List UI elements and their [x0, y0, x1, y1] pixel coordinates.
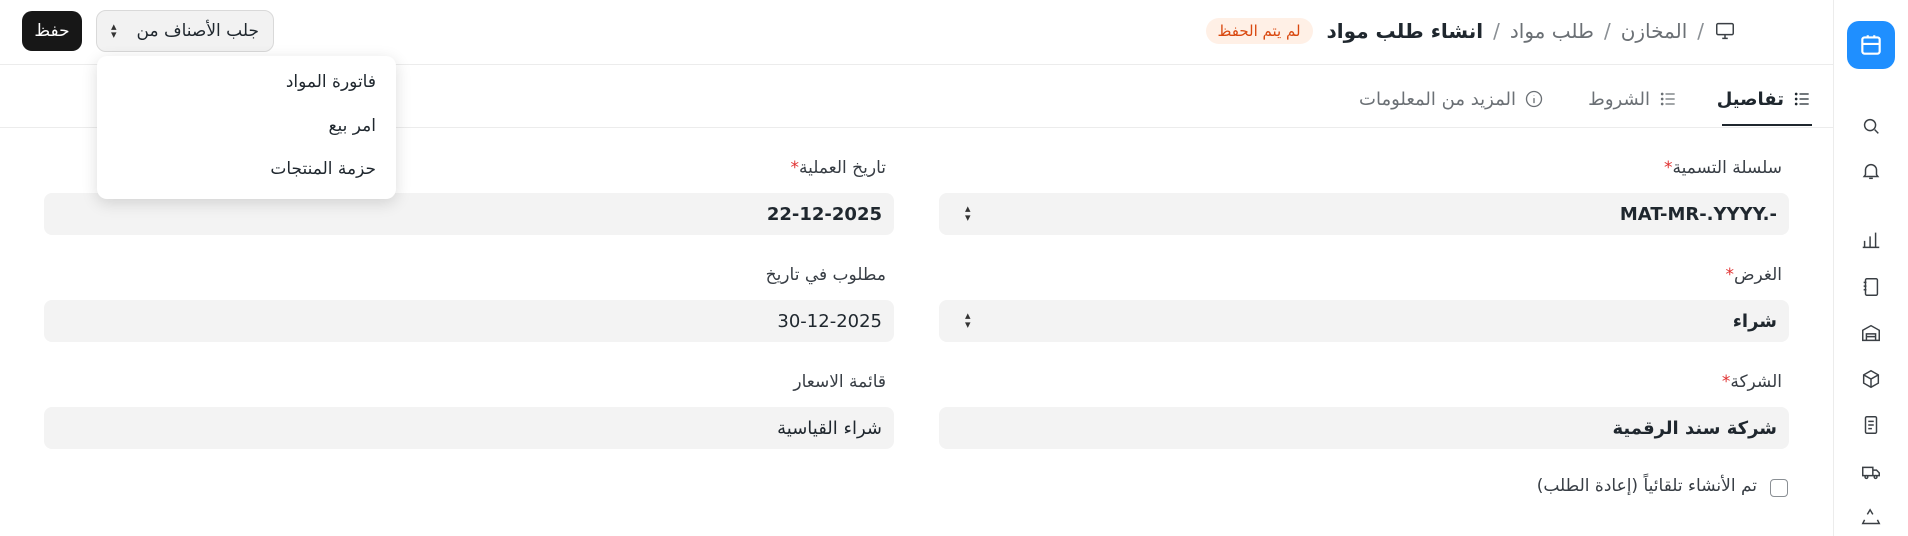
monitor-icon[interactable] [1714, 20, 1736, 42]
warehouse-icon[interactable] [1860, 322, 1882, 344]
fetch-items-dropdown: فاتورة المواد امر بيع حزمة المنتجات [97, 56, 396, 199]
transaction-date-field[interactable]: 22-12-2025 [44, 193, 894, 235]
status-badge: لم يتم الحفظ [1205, 18, 1313, 44]
chevron-updown-icon: ▴ ▾ [111, 20, 117, 41]
company-field[interactable]: شركة سند الرقمية [939, 407, 1789, 449]
chevron-updown-icon: ▴ ▾ [965, 309, 971, 331]
required-by-field[interactable]: 30-12-2025 [44, 300, 894, 342]
list-icon [1794, 92, 1809, 106]
tab-more-info[interactable]: المزيد من المعلومات [1359, 84, 1544, 114]
document-icon[interactable] [1860, 414, 1882, 436]
dropdown-item-product-bundle[interactable]: حزمة المنتجات [270, 159, 376, 179]
transaction-date-label: *تاريخ العملية [790, 158, 886, 178]
notebook-icon[interactable] [1860, 276, 1882, 298]
tab-details[interactable]: تفاصيل [1717, 84, 1812, 114]
search-icon[interactable] [1860, 115, 1882, 137]
breadcrumb-item-stock[interactable]: المخازن [1621, 19, 1688, 43]
tab-label: تفاصيل [1716, 88, 1784, 110]
info-icon [1525, 90, 1543, 108]
page-title: انشاء طلب مواد [1326, 19, 1484, 43]
list-icon [1660, 92, 1675, 106]
auto-created-label: تم الأنشاء تلقائياً (إعادة الطلب) [1536, 476, 1757, 496]
price-list-field[interactable]: شراء القياسية [44, 407, 894, 449]
tab-label: المزيد من المعلومات [1359, 88, 1516, 110]
tab-terms[interactable]: الشروط [1588, 84, 1678, 114]
purpose-label: *الغرض [1725, 265, 1782, 285]
bell-icon[interactable] [1860, 160, 1882, 182]
naming-series-select[interactable]: ▴ ▾ MAT-MR-.YYYY.- [939, 193, 1789, 235]
breadcrumb-item-material-request[interactable]: طلب مواد [1510, 19, 1594, 43]
bar-chart-icon[interactable] [1860, 229, 1882, 251]
price-list-label: قائمة الاسعار [793, 372, 886, 392]
recycle-icon[interactable] [1860, 507, 1882, 529]
box-icon[interactable] [1860, 368, 1882, 390]
active-tab-indicator [1722, 124, 1812, 126]
purpose-select[interactable]: ▴ ▾ شراء [939, 300, 1789, 342]
breadcrumb-separator: / [1603, 19, 1611, 43]
breadcrumb: / المخازن / طلب مواد / انشاء طلب مواد لم… [1205, 16, 1736, 46]
chevron-updown-icon: ▴ ▾ [965, 202, 971, 224]
dropdown-item-sales-order[interactable]: امر بيع [328, 116, 376, 136]
breadcrumb-separator: / [1697, 19, 1704, 43]
sidebar [1833, 0, 1908, 536]
save-button[interactable]: حفظ [22, 11, 82, 51]
dropdown-item-bom[interactable]: فاتورة المواد [286, 72, 376, 92]
auto-created-checkbox[interactable] [1770, 479, 1788, 497]
tab-label: الشروط [1588, 88, 1650, 110]
naming-series-label: *سلسلة التسمية [1664, 158, 1782, 178]
truck-icon[interactable] [1860, 461, 1882, 483]
breadcrumb-separator: / [1493, 19, 1500, 43]
fetch-items-button[interactable]: ▴ ▾ جلب الأصناف من [96, 10, 274, 52]
required-by-label: مطلوب في تاريخ [765, 265, 886, 285]
fetch-items-label: جلب الأصناف من [136, 21, 259, 41]
company-label: *الشركة [1721, 372, 1782, 392]
app-logo-icon[interactable] [1847, 21, 1895, 69]
